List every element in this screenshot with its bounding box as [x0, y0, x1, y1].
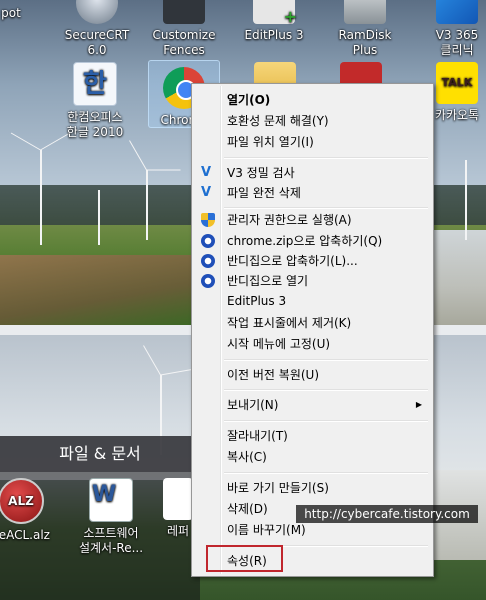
- icon-label: SecureCRT 6.0: [64, 28, 130, 57]
- menu-item-restore-previous-versions[interactable]: 이전 버전 복원(U): [195, 365, 430, 385]
- menu-item-open-file-location[interactable]: 파일 위치 열기(I): [195, 132, 430, 152]
- desktop-icon-securecrt[interactable]: SecureCRT 6.0: [58, 0, 136, 58]
- editplus-icon: +: [253, 0, 297, 25]
- desktop-icon-customize-fences[interactable]: Customize Fences: [145, 0, 223, 58]
- menu-item-v3-scan[interactable]: V V3 정밀 검사: [195, 163, 430, 183]
- menu-separator: [224, 389, 428, 391]
- menu-item-open-with-bandizip[interactable]: 반디집으로 열기: [195, 271, 430, 291]
- desktop-icon-v3-365[interactable]: V3 365 클리닉: [418, 0, 486, 58]
- menu-item-open[interactable]: 열기(O): [195, 90, 430, 110]
- menu-separator: [224, 207, 428, 209]
- menu-item-unpin-taskbar[interactable]: 작업 표시줄에서 제거(K): [195, 313, 430, 333]
- ramdisk-icon: [344, 0, 386, 24]
- icon-label: EditPlus 3: [244, 28, 304, 42]
- menu-separator: [224, 359, 428, 361]
- menu-item-troubleshoot-compatibility[interactable]: 호환성 문제 해결(Y): [195, 111, 430, 131]
- icon-label: Customize Fences: [152, 28, 216, 57]
- properties-highlight-box: [206, 545, 283, 572]
- desktop-icon-ramdisk[interactable]: RamDisk Plus: [326, 0, 404, 58]
- bandizip-icon: [201, 234, 215, 248]
- menu-item-send-to[interactable]: 보내기(N) ▶: [195, 395, 430, 415]
- alz-archive-icon: ALZ: [0, 478, 44, 524]
- menu-separator: [224, 157, 428, 159]
- fence-icon-word-doc[interactable]: W 소프트웨어 설계서-Re...: [72, 478, 150, 556]
- fence-title: 파일 & 문서: [0, 436, 200, 472]
- uac-shield-icon: [201, 213, 215, 227]
- hwp-icon: 한: [73, 62, 117, 106]
- menu-item-run-as-admin[interactable]: 관리자 권한으로 실행(A): [195, 210, 430, 230]
- desktop-icon-editplus[interactable]: + EditPlus 3: [235, 0, 313, 43]
- v3-icon: V: [201, 165, 212, 180]
- word-document-icon: W: [89, 478, 133, 522]
- icon-label: 한컴오피스 한글 2010: [66, 110, 124, 139]
- icon-label: 소프트웨어 설계서-Re...: [78, 526, 144, 555]
- menu-item-compress-with-bandizip[interactable]: 반디집으로 압축하기(L)...: [195, 251, 430, 271]
- menu-item-create-shortcut[interactable]: 바로 가기 만들기(S): [195, 478, 430, 498]
- menu-item-rename[interactable]: 이름 바꾸기(M): [195, 520, 430, 540]
- fences-icon: [163, 0, 205, 24]
- v3-icon: V: [201, 185, 212, 200]
- watermark: http://cybercafe.tistory.com: [296, 505, 478, 523]
- kakaotalk-icon: TALK: [436, 62, 478, 104]
- icon-label: RamDisk Plus: [338, 28, 392, 57]
- icon-label: ileACL.alz: [0, 528, 50, 542]
- v3-clinic-icon: [436, 0, 478, 24]
- fence-icon-alz[interactable]: ALZ ileACL.alz: [0, 478, 60, 543]
- menu-item-copy[interactable]: 복사(C): [195, 447, 430, 467]
- context-menu: 열기(O) 호환성 문제 해결(Y) 파일 위치 열기(I) V V3 정밀 검…: [191, 83, 434, 577]
- menu-item-editplus[interactable]: EditPlus 3: [195, 291, 430, 311]
- document-icon: [163, 478, 193, 520]
- menu-separator: [224, 472, 428, 474]
- icon-label: V3 365 클리닉: [435, 28, 479, 57]
- menu-separator: [224, 420, 428, 422]
- securecrt-icon: [76, 0, 118, 24]
- menu-item-cut[interactable]: 잘라내기(T): [195, 426, 430, 446]
- menu-item-pin-start-menu[interactable]: 시작 메뉴에 고정(U): [195, 334, 430, 354]
- partial-desktop-label[interactable]: pot: [0, 6, 26, 21]
- menu-item-secure-delete[interactable]: V 파일 완전 삭제: [195, 183, 430, 203]
- bandizip-icon: [201, 254, 215, 268]
- menu-item-compress-to-chrome-zip[interactable]: chrome.zip으로 압축하기(Q): [195, 231, 430, 251]
- desktop-icon-hancom[interactable]: 한 한컴오피스 한글 2010: [56, 62, 134, 140]
- submenu-arrow-icon: ▶: [415, 400, 422, 409]
- bandizip-icon: [201, 274, 215, 288]
